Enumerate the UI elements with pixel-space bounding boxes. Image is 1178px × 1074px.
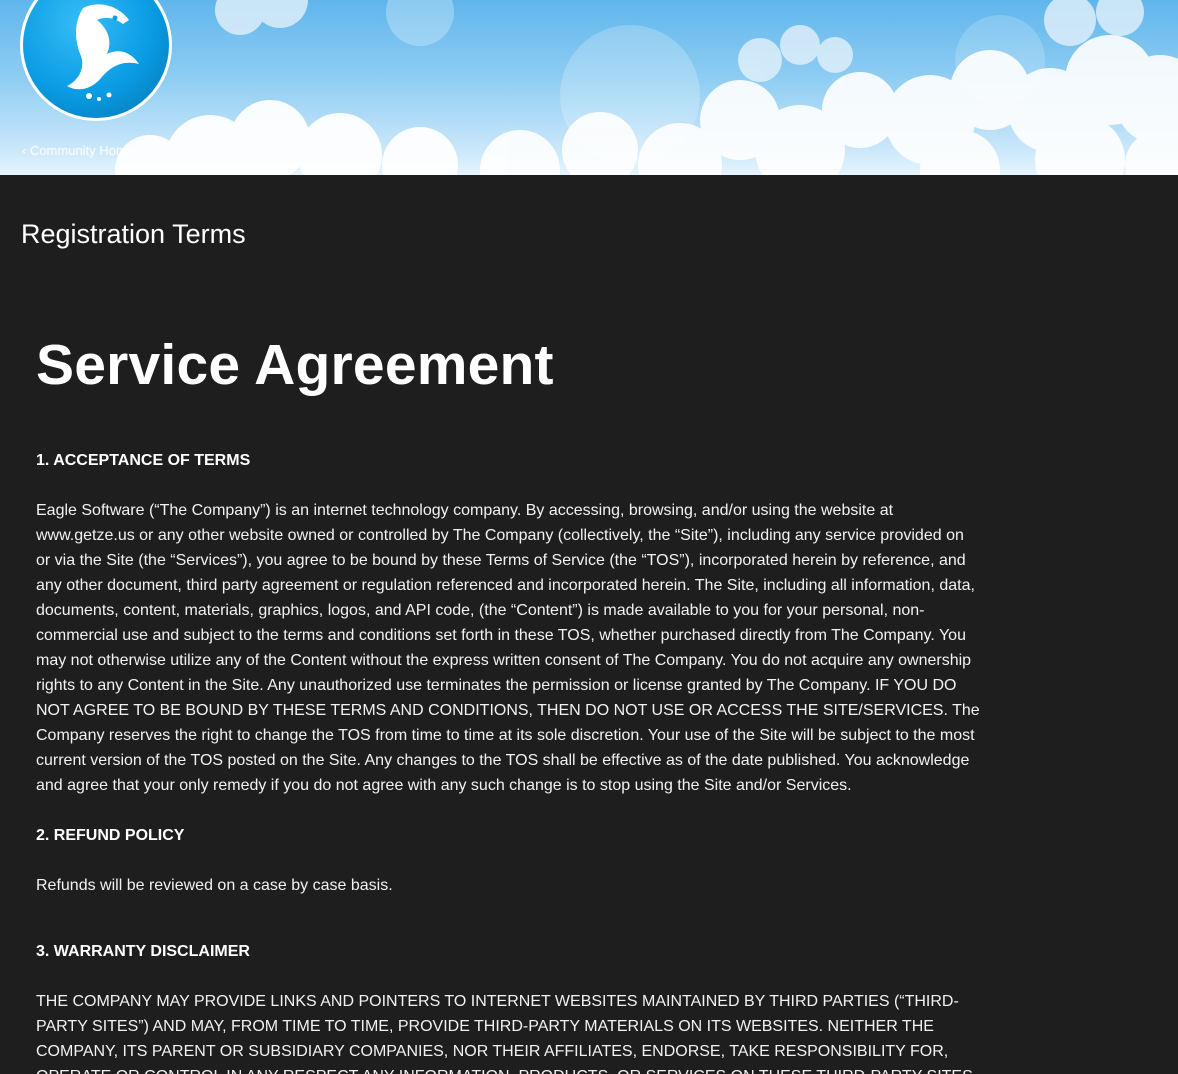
service-agreement: Service Agreement 1. ACCEPTANCE OF TERMS…	[36, 330, 981, 1074]
page-title: Registration Terms	[21, 219, 246, 249]
agreement-title: Service Agreement	[36, 333, 554, 397]
main-content: Registration Terms Service Agreement 1. …	[0, 175, 1178, 1074]
section-heading-warranty: 3. WARRANTY DISCLAIMER	[36, 943, 250, 960]
site-header: ‹ Community Home	[0, 0, 1178, 175]
sky-banner	[115, 0, 1178, 175]
section-heading-refund: 2. REFUND POLICY	[36, 827, 185, 844]
community-home-link[interactable]: ‹ Community Home	[22, 143, 134, 158]
section-body-refund: Refunds will be reviewed on a case by ca…	[36, 877, 393, 894]
section-heading-acceptance: 1. ACCEPTANCE OF TERMS	[36, 452, 251, 469]
eagle-logo-icon[interactable]	[19, 0, 173, 122]
section-body-acceptance: Eagle Software (“The Company”) is an int…	[36, 502, 980, 794]
section-body-warranty: THE COMPANY MAY PROVIDE LINKS AND POINTE…	[36, 993, 973, 1074]
